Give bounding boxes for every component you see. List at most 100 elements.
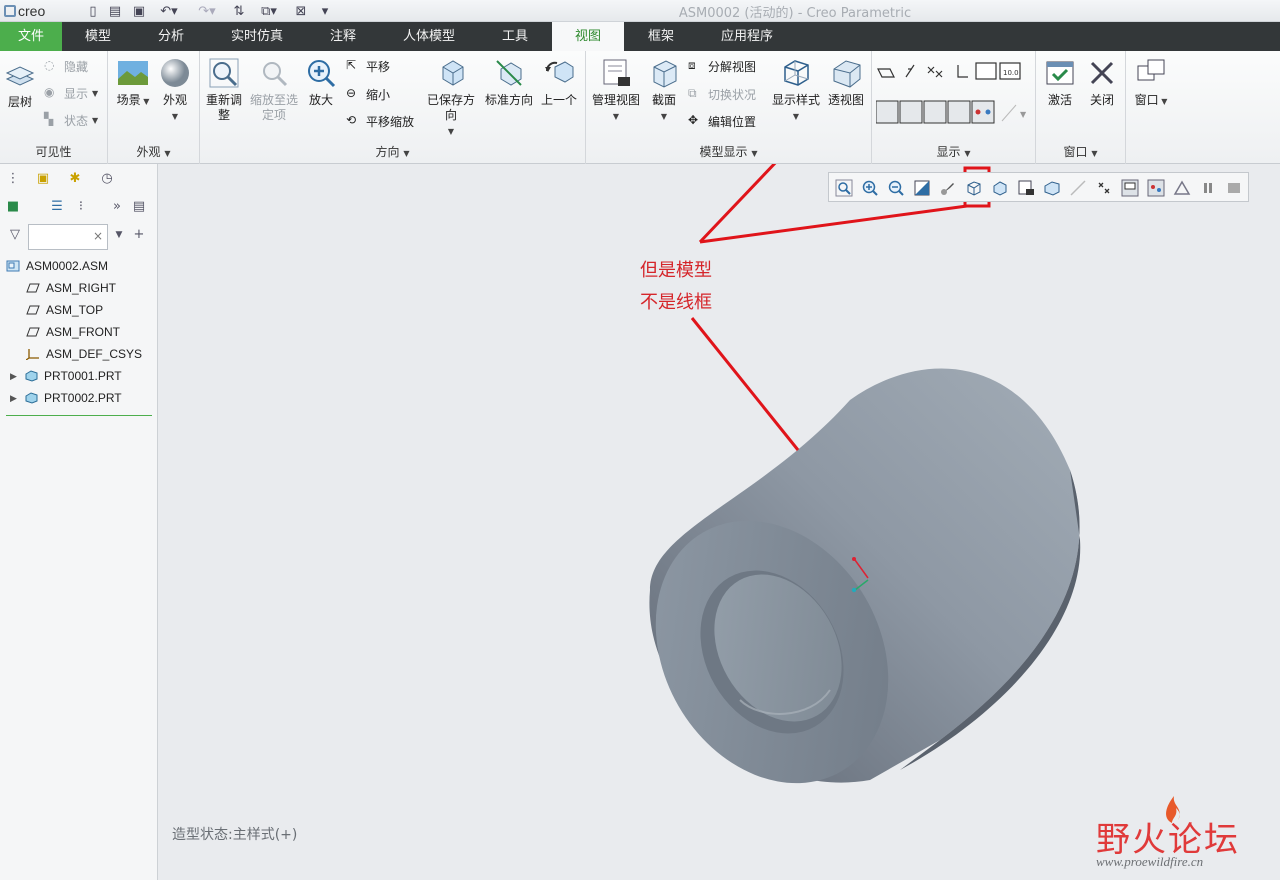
group-label-model-display: 模型显示 ▼ — [586, 143, 871, 160]
tab-file[interactable]: 文件 — [0, 22, 62, 51]
tree-columns-icon[interactable]: ⁝ — [70, 196, 92, 218]
annotation-line-1: 但是模型 — [640, 260, 712, 281]
filter-icon[interactable]: ▽ — [4, 224, 26, 246]
group-display: 10.0 ▼ 显示 ▼ — [872, 51, 1036, 164]
clear-icon[interactable]: × — [93, 229, 103, 243]
layer-tree-button[interactable]: 层树 — [2, 59, 38, 110]
zoom-out-icon[interactable] — [887, 179, 905, 197]
tab-framework[interactable]: 框架 — [624, 22, 698, 51]
folder-browser-tab-icon[interactable]: ▣ — [32, 168, 54, 190]
display-style-button[interactable]: 显示样式 ▼ — [770, 57, 822, 124]
zoom-to-selected-button[interactable]: 缩放至选定项 — [248, 57, 300, 123]
pause-icon[interactable] — [1199, 179, 1217, 197]
graphics-window[interactable] — [159, 164, 1280, 880]
appearance-brush-icon[interactable] — [939, 179, 957, 197]
model-tree-tab-icon[interactable]: ⋮ — [2, 168, 24, 190]
tree-item-asm0002[interactable]: ASM0002.ASM — [6, 255, 108, 277]
favorites-tab-icon[interactable]: ✱ — [64, 168, 86, 190]
zoom-in-icon[interactable] — [861, 179, 879, 197]
appearance-button[interactable]: 外观 ▼ — [158, 57, 192, 124]
tree-settings-icon[interactable]: ☰ — [46, 196, 68, 218]
status-button[interactable]: ▚ 状态 ▼ — [44, 111, 98, 129]
expand-arrow-icon[interactable]: ▶ — [10, 393, 24, 404]
show-icon[interactable]: ■ — [2, 196, 24, 218]
cylinder-model[interactable] — [609, 368, 1081, 825]
model-tree-panel: ⋮ ▣ ✱ ◷ ■ ☰ ⁝ » ▤ ▽ × ▼ + ASM0002.ASM AS… — [0, 164, 158, 880]
windows-button[interactable]: 窗口 ▼ — [1128, 57, 1174, 109]
expand-arrow-icon[interactable]: ▶ — [10, 371, 24, 382]
chevron-down-icon[interactable]: ▼ — [1091, 149, 1097, 158]
close-button[interactable]: 关闭 — [1082, 57, 1122, 108]
datum-planes-icon[interactable] — [1069, 179, 1087, 197]
manage-views-button[interactable]: 管理视图 ▼ — [590, 57, 642, 124]
perspective-icon[interactable] — [1043, 179, 1061, 197]
explode-view-button[interactable]: ⧈ 分解视图 — [688, 57, 756, 75]
scene-button[interactable]: 场景 ▼ — [114, 57, 152, 109]
status-label: 状态 — [64, 113, 89, 128]
edit-position-button[interactable]: ✥ 编辑位置 — [688, 112, 756, 130]
tab-manikin[interactable]: 人体模型 — [380, 22, 478, 51]
tree-item-prt0002[interactable]: ▶ PRT0002.PRT — [10, 387, 122, 409]
tree-item-asm-front[interactable]: ASM_FRONT — [26, 321, 120, 343]
section-button[interactable]: 截面 ▼ — [646, 57, 682, 124]
pan-zoom-button[interactable]: ⟲ 平移缩放 — [346, 112, 414, 130]
saved-orientations-icon[interactable] — [991, 179, 1009, 197]
tab-tools[interactable]: 工具 — [478, 22, 552, 51]
tree-item-prt0001[interactable]: ▶ PRT0001.PRT — [10, 365, 122, 387]
layers-icon — [5, 66, 35, 86]
annotations-icon[interactable] — [1121, 179, 1139, 197]
datum-points-icon[interactable] — [1095, 179, 1113, 197]
tree-item-asm-def-csys[interactable]: ASM_DEF_CSYS — [26, 343, 142, 365]
zoom-in-button[interactable]: 放大 — [304, 57, 338, 108]
tree-item-asm-right[interactable]: ASM_RIGHT — [26, 277, 116, 299]
toggle-status-button[interactable]: ⧉ 切换状况 — [688, 85, 756, 103]
repaint-icon[interactable] — [913, 179, 931, 197]
tree-search-input[interactable]: × — [28, 224, 108, 250]
saved-orientation-icon — [442, 60, 464, 86]
refit-icon[interactable] — [835, 179, 853, 197]
next-icon[interactable] — [1225, 179, 1243, 197]
layer-tree-label: 层树 — [7, 95, 32, 109]
triangle-icon[interactable] — [1173, 179, 1191, 197]
tab-model[interactable]: 模型 — [62, 22, 134, 51]
perspective-button[interactable]: 透视图 — [824, 57, 868, 108]
more-icon[interactable]: » — [106, 196, 128, 218]
spin-center-icon[interactable] — [1147, 179, 1165, 197]
history-tab-icon[interactable]: ◷ — [96, 168, 118, 190]
zoom-out-button[interactable]: ⊖ 缩小 — [346, 85, 390, 103]
chevron-down-icon[interactable]: ▼ — [964, 149, 970, 158]
insert-indicator[interactable] — [6, 415, 152, 416]
tab-applications[interactable]: 应用程序 — [698, 22, 796, 51]
standard-orientation-button[interactable]: 标准方向 — [482, 57, 536, 108]
chevron-down-icon[interactable]: ▼ — [403, 149, 409, 158]
chevron-down-icon[interactable]: ▼ — [751, 149, 757, 158]
sphere-icon — [161, 59, 189, 87]
tree-item-asm-top[interactable]: ASM_TOP — [26, 299, 103, 321]
chevron-down-icon[interactable]: ▼ — [108, 224, 130, 246]
model-viewport[interactable] — [159, 164, 1280, 880]
csys-icon — [26, 349, 39, 360]
previous-orientation-button[interactable]: 上一个 — [538, 57, 580, 108]
model-display-group-text: 模型显示 — [699, 145, 748, 159]
tree-notes-icon[interactable]: ▤ — [128, 196, 150, 218]
pan-button[interactable]: ⇱ 平移 — [346, 57, 390, 75]
display-style-icon[interactable] — [965, 179, 983, 197]
tab-view[interactable]: 视图 — [552, 22, 624, 51]
view-manager-icon[interactable] — [1017, 179, 1035, 197]
tab-annotate[interactable]: 注释 — [306, 22, 380, 51]
previous-view-icon — [545, 61, 574, 83]
wireframe-cube-icon — [784, 60, 809, 86]
tab-analysis[interactable]: 分析 — [134, 22, 208, 51]
tab-live-simulation[interactable]: 实时仿真 — [208, 22, 306, 51]
activate-button[interactable]: 激活 — [1040, 57, 1080, 108]
refit-button[interactable]: 重新调整 — [204, 57, 244, 123]
add-icon[interactable]: + — [128, 224, 150, 246]
datum-display-icons[interactable]: 10.0 ▼ — [876, 61, 1032, 131]
svg-text:▼: ▼ — [1020, 110, 1027, 119]
hide-button[interactable]: ◌ 隐藏 — [44, 57, 88, 75]
group-label-window-section: 窗口 ▼ — [1036, 143, 1125, 160]
activate-label: 激活 — [1047, 93, 1072, 107]
show-button[interactable]: ◉ 显示 ▼ — [44, 84, 98, 102]
chevron-down-icon[interactable]: ▼ — [164, 149, 170, 158]
saved-orientations-button[interactable]: 已保存方向 ▼ — [424, 57, 478, 139]
